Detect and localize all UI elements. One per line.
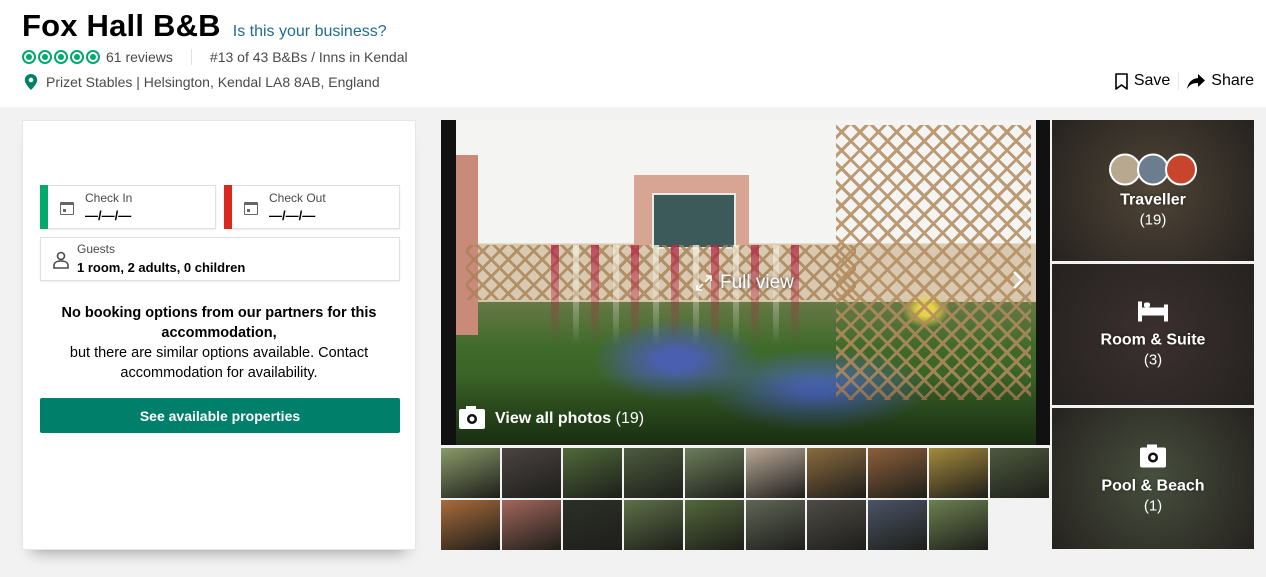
photo-lupins (551, 245, 811, 345)
bed-pillow (1144, 302, 1150, 307)
listing-header: Fox Hall B&B Is this your business? 61 r… (0, 0, 1266, 107)
check-out-label: Check Out (269, 191, 326, 205)
category-name: Traveller (1120, 191, 1186, 208)
photo-thumbnail-bathroom[interactable] (807, 500, 866, 550)
no-booking-message: No booking options from our partners for… (33, 303, 405, 383)
expand-icon (696, 275, 712, 291)
category-name: Room & Suite (1100, 331, 1206, 348)
photo-thumbnail-we-are-vegans-sign[interactable] (746, 448, 805, 498)
photo-thumbnail-roast-vegetables[interactable] (868, 448, 927, 498)
rating-bubble-icon (54, 50, 68, 64)
bed-leg (1164, 304, 1168, 321)
category-pool-beach[interactable]: Pool & Beach (1) (1052, 408, 1254, 549)
photo-thumbnail-garden-flowers[interactable] (441, 448, 500, 498)
photo-thumbnail-green-valley[interactable] (929, 500, 988, 550)
divider (190, 49, 192, 65)
save-button[interactable]: Save (1115, 72, 1170, 90)
guests-label: Guests (77, 242, 116, 256)
bookmark-icon (1115, 72, 1128, 90)
map-pin-icon (24, 74, 38, 90)
photo-thumbnail-window-view[interactable] (990, 448, 1049, 498)
photo-trellis (836, 125, 1031, 400)
rating-bubble-icon (38, 50, 52, 64)
title-row: Fox Hall B&B Is this your business? (22, 8, 387, 44)
photo-thumbnail-evening-sky[interactable] (868, 500, 927, 550)
tile-content: Pool & Beach (1) (1052, 443, 1254, 514)
camera-icon (1140, 444, 1166, 467)
view-all-photos-button[interactable]: View all photos (19) (459, 406, 645, 429)
no-booking-headline: No booking options from our partners for… (61, 305, 377, 341)
address-row: Prizet Stables | Helsington, Kendal LA8 … (24, 74, 380, 90)
save-label: Save (1133, 72, 1171, 89)
claim-business-link[interactable]: Is this your business? (233, 23, 387, 41)
category-count: (1) (1143, 497, 1163, 514)
reviews-count-link[interactable]: 61 reviews (106, 49, 173, 65)
photo-thumbnail-vegetable-bed[interactable] (563, 448, 622, 498)
divider (1178, 72, 1180, 90)
photo-thumbnail-garden-gate[interactable] (685, 500, 744, 550)
calendar-icon (244, 202, 258, 215)
rating-bubble-icon (70, 50, 84, 64)
photo-thumbnail-garden-path[interactable] (624, 448, 683, 498)
tile-content: Traveller (19) (1052, 153, 1254, 228)
check-in-field[interactable]: Check In —/—/— (40, 185, 216, 229)
share-arrow-icon (1187, 73, 1206, 89)
next-photo-button[interactable] (1012, 270, 1024, 296)
calendar-icon (60, 202, 74, 215)
photo-thumbnail-curry-dish[interactable] (929, 448, 988, 498)
booking-card: Check In —/—/— Check Out —/—/— Guests 1 … (22, 120, 416, 550)
check-in-accent (40, 185, 48, 229)
category-count: (19) (1139, 211, 1167, 228)
chevron-right-icon (1013, 271, 1024, 289)
see-available-properties-button[interactable]: See available properties (40, 398, 400, 433)
photo-thumbnail-salad-plate[interactable] (807, 448, 866, 498)
check-in-label: Check In (85, 191, 133, 205)
check-out-field[interactable]: Check Out —/—/— (224, 185, 400, 229)
tile-content: Room & Suite (3) (1052, 301, 1254, 368)
photo-thumbnail-bedroom[interactable] (502, 448, 561, 498)
check-out-value: —/—/— (269, 208, 316, 223)
check-in-value: —/—/— (85, 208, 132, 223)
guests-field[interactable]: Guests 1 room, 2 adults, 0 children (40, 237, 400, 281)
traveller-avatar (1165, 153, 1197, 185)
category-traveller[interactable]: Traveller (19) (1052, 120, 1254, 261)
no-booking-detail: but there are similar options available.… (69, 345, 369, 381)
photo-thumbnail-goats[interactable] (685, 448, 744, 498)
share-label: Share (1211, 72, 1254, 89)
rating-row: 61 reviews #13 of 43 B&Bs / Inns in Kend… (22, 49, 408, 65)
check-out-accent (224, 185, 232, 229)
photo-thumbnail-dessert-plate[interactable] (502, 500, 561, 550)
bed-icon (1138, 301, 1168, 321)
category-name: Pool & Beach (1101, 477, 1205, 494)
full-view-button[interactable]: Full view (696, 272, 794, 294)
address-link[interactable]: Prizet Stables | Helsington, Kendal LA8 … (46, 74, 380, 90)
camera-icon (459, 406, 485, 429)
bubble-rating[interactable] (22, 50, 100, 64)
category-room-suite[interactable]: Room & Suite (3) (1052, 264, 1254, 405)
traveller-avatars (1052, 153, 1254, 185)
main-photo[interactable]: Full view View all photos (19) (441, 120, 1050, 445)
property-title: Fox Hall B&B (22, 8, 221, 43)
share-button[interactable]: Share (1187, 72, 1254, 90)
rating-bubble-icon (86, 50, 100, 64)
photo-thumbnail-overcast-fields[interactable] (746, 500, 805, 550)
ranking-link[interactable]: #13 of 43 B&Bs / Inns in Kendal (210, 49, 408, 65)
category-count: (3) (1143, 351, 1163, 368)
photo-thumbnail-countryside-field[interactable] (624, 500, 683, 550)
person-icon (53, 251, 69, 269)
rating-bubble-icon (22, 50, 36, 64)
photo-window (634, 175, 749, 249)
view-all-label: View all photos (495, 410, 612, 427)
full-view-label: Full view (720, 272, 794, 293)
header-actions: Save Share (1115, 72, 1254, 90)
photo-thumbnail-window-frame[interactable] (563, 500, 622, 550)
guests-value: 1 room, 2 adults, 0 children (77, 260, 246, 275)
photo-thumbnail-breakfast-dish[interactable] (441, 500, 500, 550)
photo-count: (19) (615, 410, 645, 427)
thumbnail-grid (441, 448, 1051, 550)
